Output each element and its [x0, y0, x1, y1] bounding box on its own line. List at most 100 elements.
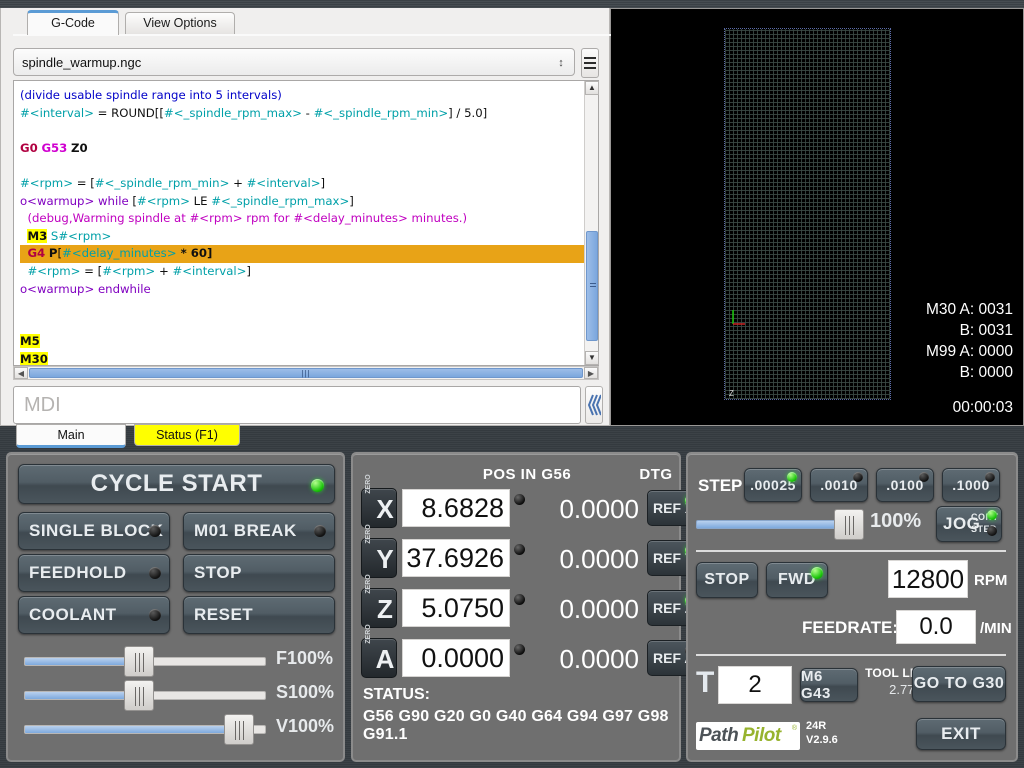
step-label: STEP: — [698, 476, 749, 495]
m01-break-button[interactable]: M01 BREAK — [183, 512, 335, 550]
gcode-text-view[interactable]: (divide usable spindle range into 5 inte… — [13, 80, 599, 366]
pos-value-y[interactable]: 37.6926 — [402, 539, 510, 577]
step-button-1000[interactable]: .1000 — [942, 468, 1000, 502]
step-lamp-3 — [919, 472, 929, 482]
axis-letter-x: X — [376, 494, 394, 524]
axis-indicator-dot-y — [514, 544, 525, 555]
tab-main[interactable]: Main — [16, 424, 126, 448]
gcode-line — [20, 298, 584, 316]
axis-letter-a: A — [375, 644, 395, 674]
reset-label: RESET — [194, 605, 254, 624]
step-button-0010[interactable]: .0010 — [810, 468, 868, 502]
jog-step-lamp — [987, 526, 997, 536]
scrollbar-thumb[interactable] — [586, 231, 598, 341]
feed-override-slider[interactable]: F100% — [18, 644, 335, 678]
page-tabs: Main Status (F1) — [8, 424, 608, 448]
origin-marker: Z — [729, 389, 734, 398]
axis-row-x: ZERO X 8.6828 0.0000 REF X — [361, 474, 701, 530]
scrollbar-thumb-horizontal[interactable]: ||| — [29, 368, 583, 378]
axis-row-z: ZERO Z 5.0750 0.0000 REF Z — [361, 574, 701, 630]
panel-divider — [696, 654, 1006, 656]
feedhold-label: FEEDHOLD — [29, 563, 127, 582]
editor-tabs: G-Code View Options — [7, 8, 611, 36]
thumb-grip — [235, 721, 244, 740]
registered-mark-icon: ® — [791, 725, 797, 732]
spindle-fwd-button[interactable]: FWD — [766, 562, 828, 598]
pos-value-z[interactable]: 5.0750 — [402, 589, 510, 627]
gcode-line-highlighted: G4 P[#<delay_minutes> * 60] — [20, 245, 584, 263]
axis-indicator-dot-z — [514, 594, 525, 605]
mdi-input[interactable]: MDI — [13, 386, 581, 424]
slider-thumb[interactable] — [224, 714, 254, 745]
slider-thumb[interactable] — [124, 646, 154, 677]
status-modal-codes: G56 G90 G20 G0 G40 G64 G94 G97 G98 G91.1 — [363, 708, 669, 743]
cycle-start-lamp — [311, 479, 324, 492]
gcode-line: M30 — [20, 351, 48, 365]
feedhold-lamp — [149, 567, 161, 579]
coolant-lamp — [149, 609, 161, 621]
single-block-button[interactable]: SINGLE BLOCK — [18, 512, 170, 550]
step-label-3: .0100 — [886, 477, 924, 493]
step-lamp-4 — [985, 472, 995, 482]
exit-button[interactable]: EXIT — [916, 718, 1006, 750]
hamburger-bar — [584, 62, 596, 64]
step-button-0100[interactable]: .0100 — [876, 468, 934, 502]
scroll-right-icon[interactable]: ▶ — [584, 367, 598, 379]
m99-b-count: B: 0000 — [959, 364, 1013, 381]
stop-button[interactable]: STOP — [183, 554, 335, 592]
tab-view-options[interactable]: View Options — [125, 12, 235, 34]
pathpilot-logo: Path Pilot ® — [696, 722, 800, 750]
tab-status[interactable]: Status (F1) — [134, 424, 240, 446]
mdi-chevrons-icon[interactable] — [585, 386, 603, 424]
go-to-g30-button[interactable]: GO TO G30 — [912, 666, 1006, 702]
scroll-up-icon[interactable]: ▲ — [585, 81, 599, 95]
dtg-value-x: 0.0000 — [559, 494, 639, 524]
stop-label: STOP — [194, 563, 242, 582]
gcode-vertical-scrollbar[interactable]: ▲ ▼ — [584, 81, 599, 365]
rapid-override-slider[interactable]: V100% — [18, 712, 335, 746]
scroll-left-icon[interactable]: ◀ — [14, 367, 28, 379]
combo-spinner-icon[interactable]: ↕ — [554, 53, 568, 73]
pos-header: POS IN G56 — [482, 466, 572, 483]
dtg-value-y: 0.0000 — [559, 544, 639, 574]
step-lamp-1 — [787, 472, 797, 482]
gcode-file-combo[interactable]: spindle_warmup.ngc ↕ — [13, 48, 575, 76]
zero-label: ZERO — [365, 524, 372, 544]
spindle-rpm-input[interactable]: 12800 — [888, 560, 968, 598]
hamburger-icon[interactable] — [581, 48, 599, 78]
pos-value-x[interactable]: 8.6828 — [402, 489, 510, 527]
feedhold-button[interactable]: FEEDHOLD — [18, 554, 170, 592]
pos-value-a[interactable]: 0.0000 — [402, 639, 510, 677]
feedrate-input[interactable]: 0.0 — [896, 610, 976, 644]
gcode-line — [20, 316, 584, 334]
toolpath-preview[interactable]: Z M30 A: 0031 B: 0031 M99 A: 0000 B: 000… — [610, 8, 1024, 426]
reset-button[interactable]: RESET — [183, 596, 335, 634]
zero-a-button[interactable]: ZERO A — [361, 624, 397, 678]
preview-canvas[interactable]: Z M30 A: 0031 B: 0031 M99 A: 0000 B: 000… — [613, 11, 1021, 423]
gcode-line: (debug,Warming spindle at #<rpm> rpm for… — [27, 211, 468, 226]
status-label: STATUS: — [363, 686, 430, 703]
m6-g43-button[interactable]: M6 G43 — [800, 668, 858, 702]
tab-g-code[interactable]: G-Code — [27, 10, 119, 35]
jog-speed-track[interactable] — [696, 520, 848, 529]
slider-fill — [25, 726, 241, 733]
gcode-line: #<rpm> = [#<rpm> + #<interval>] — [27, 263, 251, 278]
go-to-g30-label: GO TO G30 — [913, 675, 1005, 692]
step-button-00025[interactable]: .00025 — [744, 468, 802, 502]
feedrate-unit-label: /MIN — [980, 620, 1012, 637]
jog-mode-button[interactable]: JOG CONT STEP — [936, 506, 1002, 542]
cycle-start-button[interactable]: CYCLE START — [18, 464, 335, 504]
scroll-down-icon[interactable]: ▼ — [585, 351, 599, 365]
preview-counters: M30 A: 0031 B: 0031 M99 A: 0000 B: 0000 — [926, 299, 1013, 383]
tool-number-input[interactable]: 2 — [718, 666, 792, 704]
coolant-button[interactable]: COOLANT — [18, 596, 170, 634]
jog-speed-thumb[interactable] — [834, 509, 864, 540]
thumb-grip — [135, 653, 144, 672]
single-block-label: SINGLE BLOCK — [29, 521, 164, 540]
spindle-override-slider[interactable]: S100% — [18, 678, 335, 712]
gcode-horizontal-scrollbar[interactable]: ◀ ||| ▶ — [13, 366, 599, 380]
machine-control-panel: CYCLE START SINGLE BLOCK M01 BREAK FEEDH… — [6, 452, 345, 762]
gcode-editor-panel: G-Code View Options spindle_warmup.ngc ↕… — [0, 8, 611, 426]
slider-thumb[interactable] — [124, 680, 154, 711]
spindle-stop-button[interactable]: STOP — [696, 562, 758, 598]
